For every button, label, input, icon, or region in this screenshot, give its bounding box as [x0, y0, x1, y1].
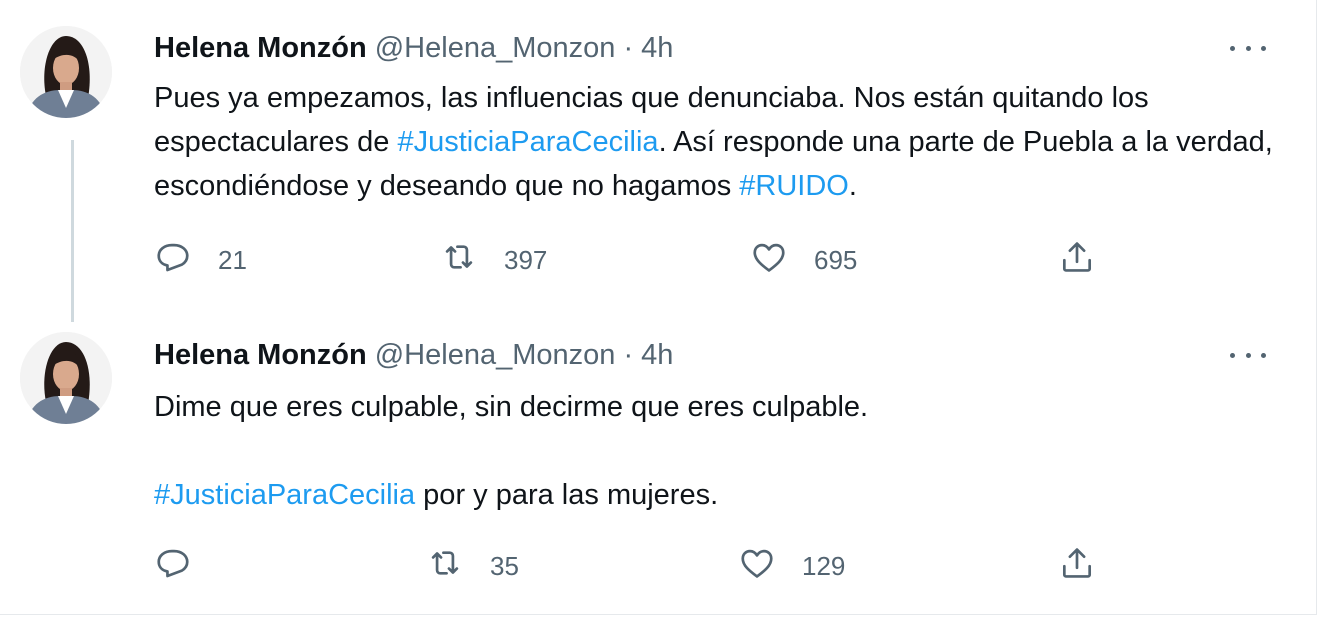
retweet-count: 397 — [504, 244, 548, 275]
share-button[interactable] — [1058, 240, 1096, 280]
author-handle[interactable]: @Helena_Monzon — [375, 339, 616, 371]
tweet-header: Helena Monzón @Helena_Monzon · 4h — [154, 30, 673, 66]
tweet-text-part: Dime que eres culpable, sin decirme que … — [154, 391, 869, 423]
share-icon — [1058, 238, 1096, 283]
timestamp[interactable]: 4h — [641, 32, 673, 64]
share-button[interactable] — [1058, 546, 1096, 586]
tweet-text-paragraph: #JusticiaParaCecilia por y para las muje… — [154, 473, 1274, 517]
timestamp[interactable]: 4h — [641, 339, 673, 371]
like-button[interactable]: 695 — [750, 240, 857, 280]
separator-dot: · — [623, 339, 634, 371]
heart-icon — [738, 544, 776, 589]
thread-line — [71, 140, 74, 322]
heart-icon — [750, 238, 788, 283]
retweet-icon — [440, 238, 478, 283]
reply-icon — [154, 544, 192, 589]
hashtag-link[interactable]: #JusticiaParaCecilia — [154, 479, 415, 511]
retweet-count: 35 — [490, 550, 519, 581]
retweet-button[interactable]: 397 — [440, 240, 547, 280]
tweet-text-part: . — [848, 170, 857, 202]
separator-dot: · — [623, 32, 634, 64]
like-count: 695 — [814, 244, 858, 275]
tweet-header: Helena Monzón @Helena_Monzon · 4h — [154, 337, 673, 373]
more-icon[interactable] — [1230, 38, 1266, 58]
reply-button[interactable]: 21 — [154, 240, 247, 280]
hashtag-link[interactable]: #RUIDO — [739, 170, 849, 202]
tweet[interactable]: Helena Monzón @Helena_Monzon · 4h Pues y… — [0, 0, 1316, 322]
tweet-text: Dime que eres culpable, sin decirme que … — [154, 385, 1274, 517]
avatar[interactable] — [20, 332, 112, 424]
more-icon[interactable] — [1230, 345, 1266, 365]
tweet-text: Pues ya empezamos, las influencias que d… — [154, 76, 1274, 208]
avatar[interactable] — [20, 26, 112, 118]
like-button[interactable]: 129 — [738, 546, 845, 586]
reply-button[interactable] — [154, 546, 218, 586]
tweet-actions: 21 397 695 — [154, 240, 1114, 280]
author-name[interactable]: Helena Monzón — [154, 32, 367, 64]
retweet-button[interactable]: 35 — [426, 546, 519, 586]
tweet-text-part: por y para las mujeres. — [415, 479, 719, 511]
reply-count: 21 — [218, 244, 247, 275]
author-name[interactable]: Helena Monzón — [154, 339, 367, 371]
tweet[interactable]: Helena Monzón @Helena_Monzon · 4h Dime q… — [0, 305, 1316, 614]
reply-icon — [154, 238, 192, 283]
retweet-icon — [426, 544, 464, 589]
like-count: 129 — [802, 550, 846, 581]
hashtag-link[interactable]: #JusticiaParaCecilia — [397, 126, 658, 158]
tweet-thread: Helena Monzón @Helena_Monzon · 4h Pues y… — [0, 0, 1317, 615]
tweet-actions: 35 129 — [154, 546, 1114, 586]
author-handle[interactable]: @Helena_Monzon — [375, 32, 616, 64]
share-icon — [1058, 544, 1096, 589]
